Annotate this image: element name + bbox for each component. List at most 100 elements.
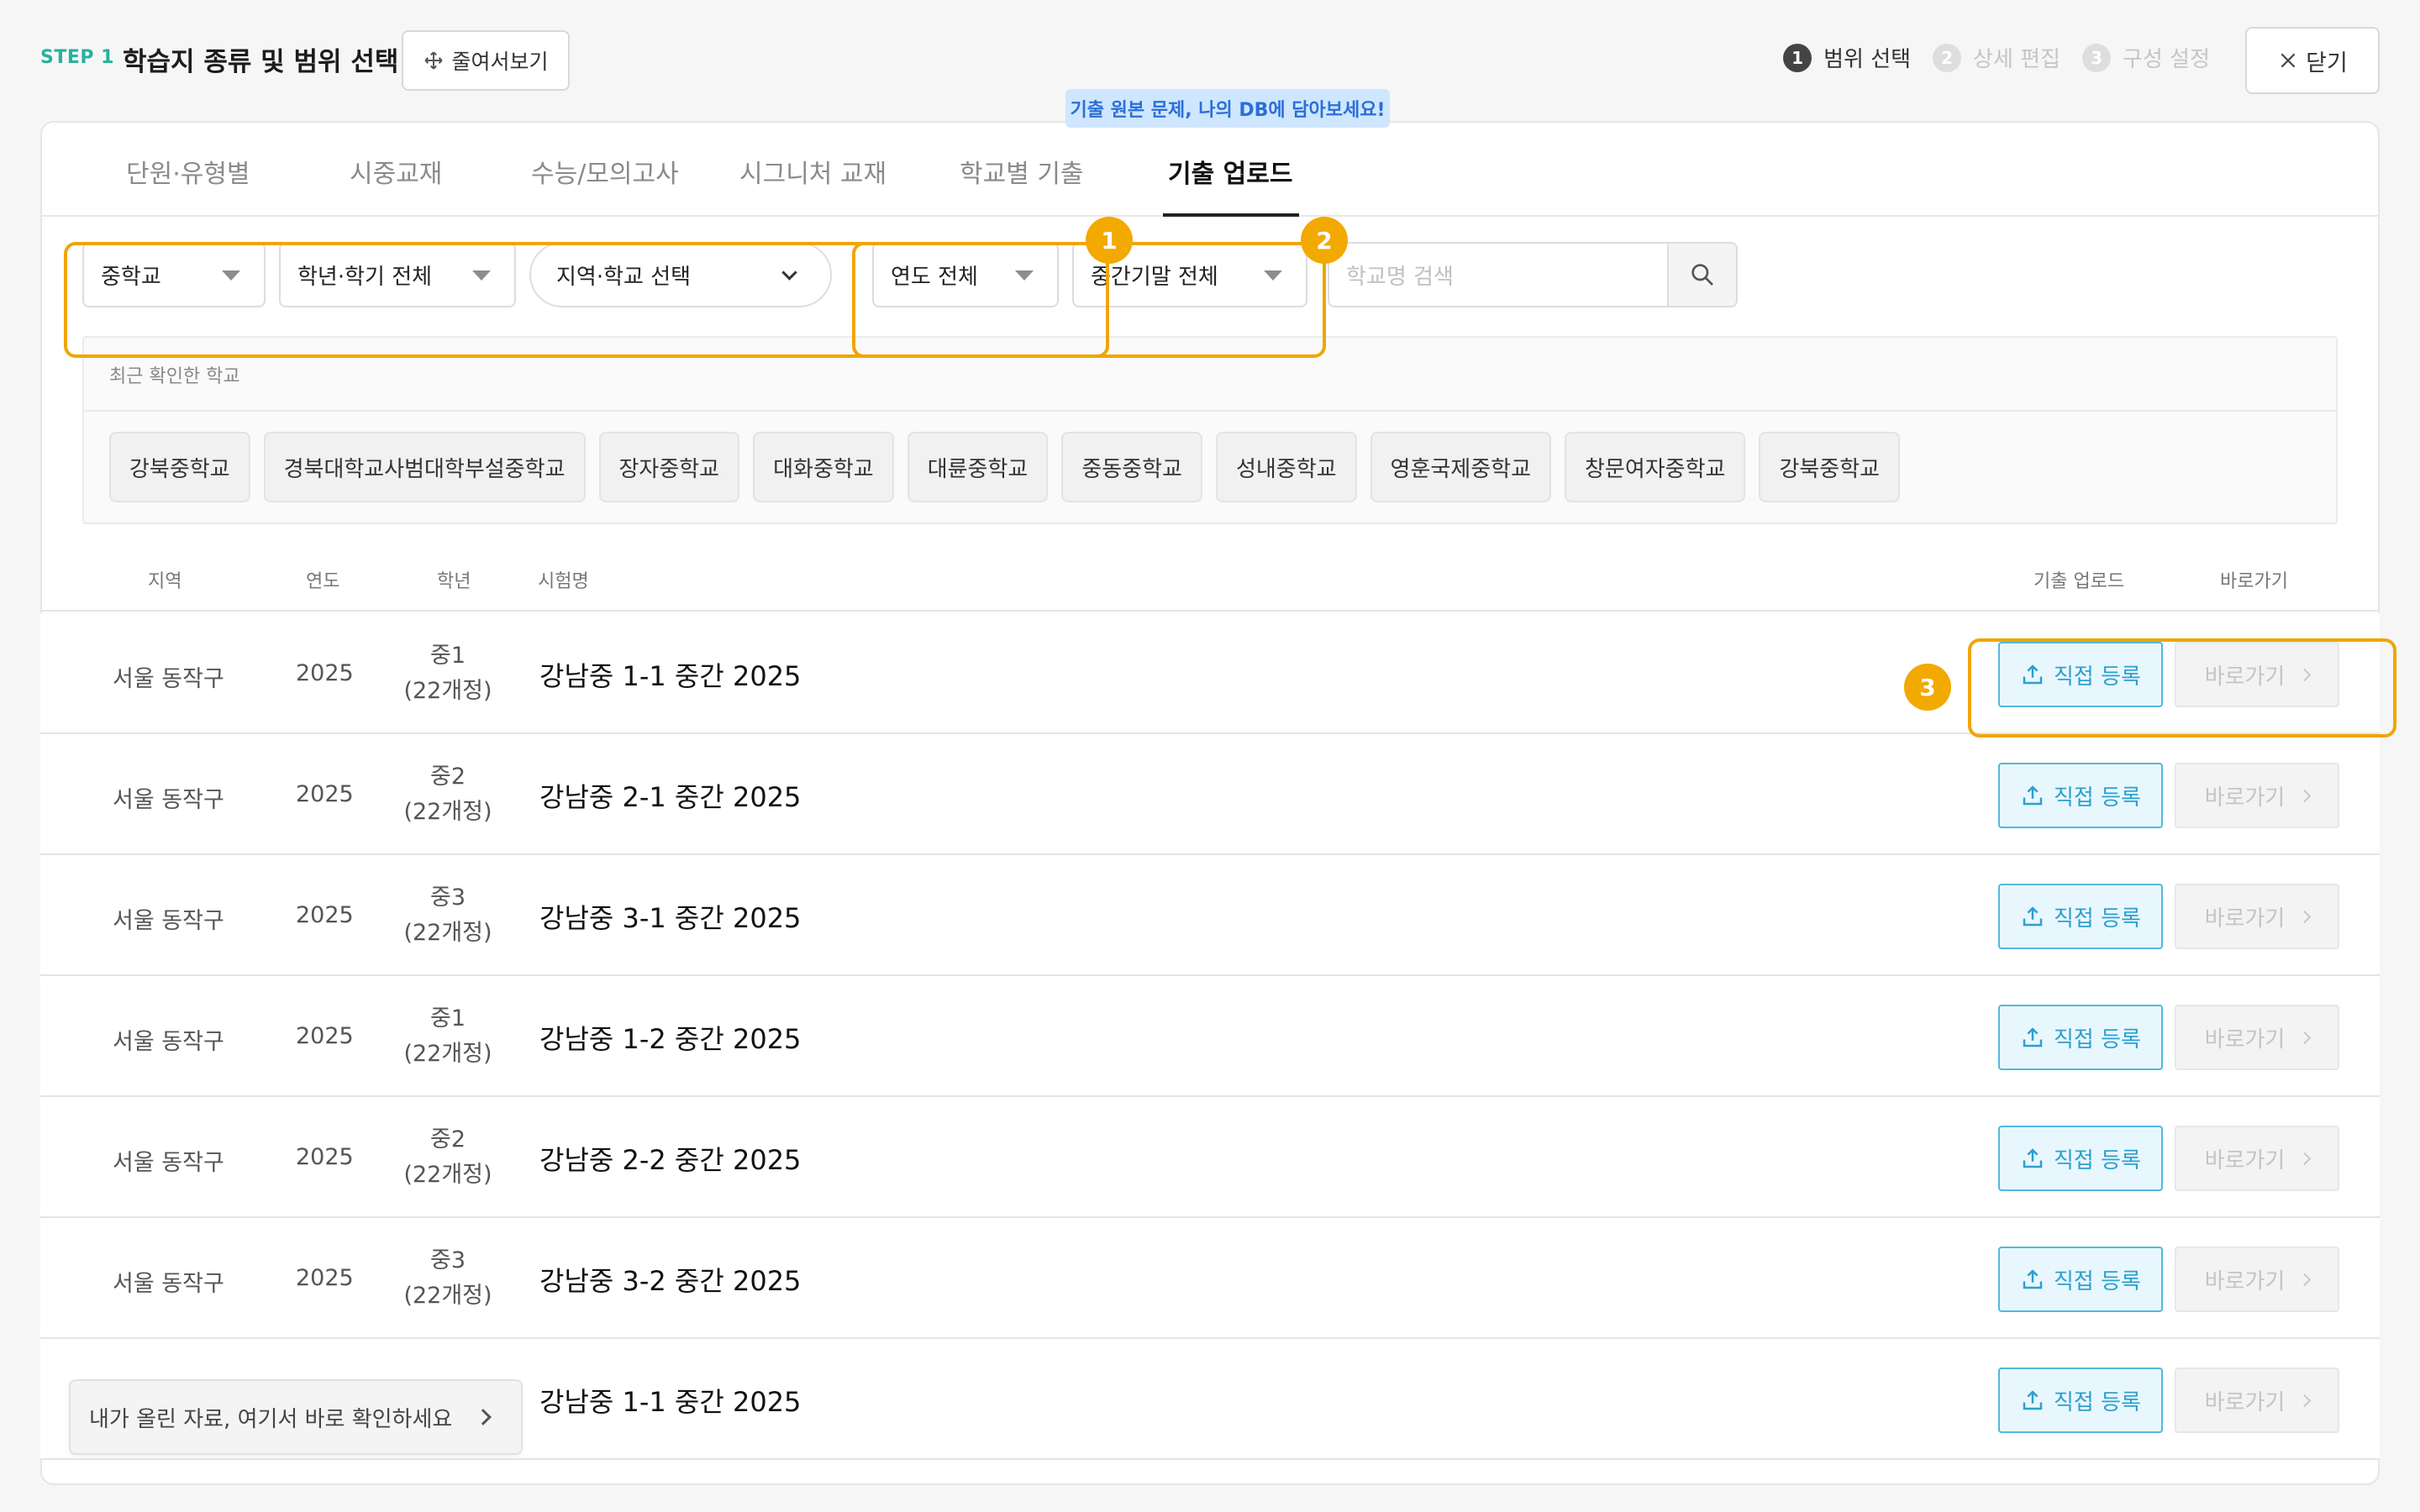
- row-grade: 중3 (22개정): [402, 880, 494, 951]
- direct-upload-button[interactable]: 직접 등록: [1998, 1368, 2163, 1433]
- row-year: 2025: [296, 1144, 354, 1170]
- direct-upload-button[interactable]: 직접 등록: [1998, 884, 2163, 949]
- recent-school-chip[interactable]: 강북중학교: [109, 432, 250, 502]
- recent-school-chip[interactable]: 대화중학교: [753, 432, 894, 502]
- goto-button[interactable]: 바로가기: [2175, 1126, 2339, 1191]
- row-region: 서울 동작구: [113, 1150, 224, 1176]
- page-title: 학습지 종류 및 범위 선택: [123, 47, 399, 77]
- column-header-upload: 기출 업로드: [2033, 571, 2125, 592]
- direct-upload-button[interactable]: 직접 등록: [1998, 1005, 2163, 1070]
- year-select[interactable]: 연도 전체: [872, 242, 1059, 307]
- recent-school-chip[interactable]: 강북중학교: [1759, 432, 1901, 502]
- direct-upload-label: 직접 등록: [2054, 1268, 2141, 1294]
- close-button[interactable]: 닫기: [2245, 27, 2380, 94]
- row-curriculum: (22개정): [403, 1283, 492, 1309]
- goto-label: 바로가기: [2204, 664, 2286, 690]
- caret-down-icon: [222, 270, 240, 281]
- upload-icon: [2023, 1148, 2043, 1168]
- table-row: 서울 동작구 2025 중3 (22개정) 강남중 3-1 중간 2025 직접…: [40, 855, 2380, 976]
- grade-semester-select[interactable]: 학년·학기 전체: [279, 242, 516, 307]
- table-row: 서울 동작구 2025 중1 (22개정) 강남중 1-2 중간 2025 직접…: [40, 976, 2380, 1097]
- row-region: 서울 동작구: [113, 1271, 224, 1297]
- goto-button[interactable]: 바로가기: [2175, 1005, 2339, 1070]
- recent-school-chip[interactable]: 경북대학교사범대학부설중학교: [263, 432, 586, 502]
- row-curriculum: (22개정): [403, 678, 492, 704]
- recent-school-chip[interactable]: 대륜중학교: [907, 432, 1049, 502]
- direct-upload-label: 직접 등록: [2054, 785, 2141, 811]
- row-grade-level: 중2: [429, 764, 466, 790]
- goto-button[interactable]: 바로가기: [2175, 1247, 2339, 1312]
- tab-commercial-textbook[interactable]: 시중교재: [350, 153, 442, 190]
- goto-button[interactable]: 바로가기: [2175, 884, 2339, 949]
- row-region: 서울 동작구: [113, 666, 224, 692]
- step-2: 2 상세 편집: [1933, 42, 2060, 73]
- goto-button[interactable]: 바로가기: [2175, 763, 2339, 828]
- row-region: 서울 동작구: [113, 1029, 224, 1055]
- column-header-goto: 바로가기: [2220, 571, 2288, 592]
- shrink-view-button[interactable]: 줄여서보기: [402, 30, 570, 91]
- table-row: 서울 동작구 2025 중1 (22개정) 강남중 1-1 중간 2025 직접…: [40, 613, 2380, 734]
- table-row: 서울 동작구 2025 중2 (22개정) 강남중 2-2 중간 2025 직접…: [40, 1097, 2380, 1218]
- direct-upload-button[interactable]: 직접 등록: [1998, 763, 2163, 828]
- tab-bar: 단원·유형별 시중교재 수능/모의고사 시그니처 교재 학교별 기출 기출 업로…: [42, 123, 2378, 217]
- step-indicator: 1 범위 선택 2 상세 편집 3 구성 설정: [1783, 42, 2210, 73]
- school-search-input[interactable]: 학교명 검색: [1328, 242, 1669, 307]
- goto-button[interactable]: 바로가기: [2175, 1368, 2339, 1433]
- direct-upload-button[interactable]: 직접 등록: [1998, 642, 2163, 707]
- recent-school-chips: 강북중학교 경북대학교사범대학부설중학교 장자중학교 대화중학교 대륜중학교 중…: [109, 432, 1901, 502]
- row-grade: 중1 (22개정): [402, 1001, 494, 1072]
- chevron-right-icon: [475, 1409, 492, 1425]
- step-1-number: 1: [1783, 43, 1812, 72]
- direct-upload-label: 직접 등록: [2054, 1026, 2141, 1053]
- search-icon: [1691, 264, 1713, 286]
- school-level-select[interactable]: 중학교: [82, 242, 266, 307]
- tab-suneung-mock[interactable]: 수능/모의고사: [531, 153, 679, 190]
- tab-school-exams[interactable]: 학교별 기출: [960, 153, 1084, 190]
- goto-label: 바로가기: [2204, 1389, 2286, 1415]
- row-curriculum: (22개정): [403, 1162, 492, 1188]
- row-exam-name: 강남중 2-2 중간 2025: [539, 1144, 802, 1176]
- move-icon: [425, 51, 443, 70]
- recent-school-chip[interactable]: 장자중학교: [598, 432, 740, 502]
- close-label: 닫기: [2306, 50, 2348, 76]
- step-1-label: 범위 선택: [1823, 47, 1912, 72]
- recent-school-chip[interactable]: 중동중학교: [1061, 432, 1202, 502]
- caret-down-icon: [1264, 270, 1282, 281]
- row-exam-name: 강남중 1-2 중간 2025: [539, 1023, 802, 1055]
- recent-school-chip[interactable]: 영훈국제중학교: [1370, 432, 1551, 502]
- region-school-value: 지역·학교 선택: [556, 264, 692, 290]
- goto-label: 바로가기: [2204, 785, 2286, 811]
- row-exam-name: 강남중 1-1 중간 2025: [539, 1386, 802, 1418]
- annotation-marker-1: 1: [1086, 217, 1133, 264]
- direct-upload-label: 직접 등록: [2054, 1389, 2141, 1415]
- direct-upload-label: 직접 등록: [2054, 906, 2141, 932]
- column-header-grade: 학년: [437, 571, 471, 592]
- chevron-right-icon: [2298, 668, 2312, 681]
- upload-icon: [2023, 906, 2043, 927]
- upload-icon: [2023, 664, 2043, 685]
- row-grade: 중2 (22개정): [402, 759, 494, 830]
- tab-exam-upload[interactable]: 기출 업로드: [1168, 153, 1292, 190]
- my-uploads-banner[interactable]: 내가 올린 자료, 여기서 바로 확인하세요: [69, 1379, 523, 1455]
- school-search-placeholder: 학교명 검색: [1346, 264, 1454, 290]
- row-grade-level: 중2: [429, 1126, 466, 1152]
- tab-unit-type[interactable]: 단원·유형별: [126, 153, 250, 190]
- row-year: 2025: [296, 1023, 354, 1049]
- recent-school-chip[interactable]: 성내중학교: [1215, 432, 1357, 502]
- region-school-select[interactable]: 지역·학교 선택: [529, 242, 832, 307]
- direct-upload-button[interactable]: 직접 등록: [1998, 1247, 2163, 1312]
- direct-upload-button[interactable]: 직접 등록: [1998, 1126, 2163, 1191]
- search-button[interactable]: [1667, 242, 1738, 307]
- goto-label: 바로가기: [2204, 1026, 2286, 1053]
- row-grade-level: 중1: [429, 1005, 466, 1032]
- upload-icon: [2023, 1027, 2043, 1047]
- goto-button[interactable]: 바로가기: [2175, 642, 2339, 707]
- school-level-value: 중학교: [101, 264, 161, 290]
- chevron-right-icon: [2298, 1031, 2312, 1044]
- tab-signature-textbook[interactable]: 시그니처 교재: [739, 153, 886, 190]
- recent-school-chip[interactable]: 창문여자중학교: [1565, 432, 1746, 502]
- row-grade: 중3 (22개정): [402, 1243, 494, 1314]
- caret-down-icon: [1015, 270, 1034, 281]
- row-grade: 중1 (22개정): [402, 638, 494, 709]
- step-2-label: 상세 편집: [1973, 47, 2061, 72]
